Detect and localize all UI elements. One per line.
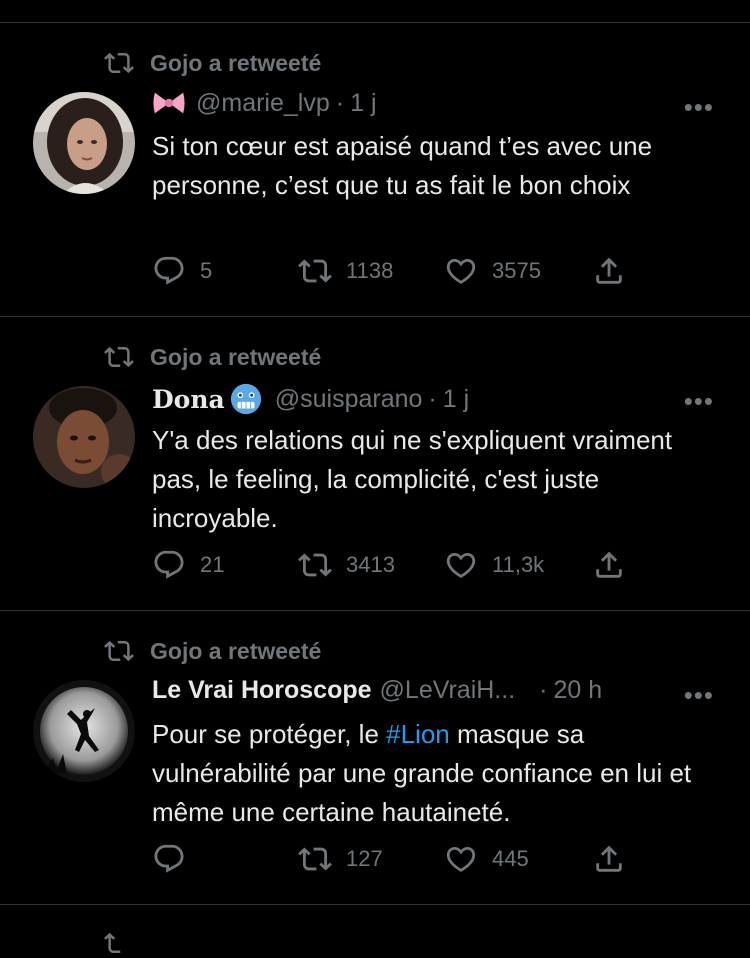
top-divider <box>0 22 750 23</box>
retweet-count: 3413 <box>346 552 395 577</box>
like-button[interactable]: 3575 <box>444 254 541 288</box>
heart-icon <box>446 552 476 578</box>
tweet-text-part: Pour se protéger, le <box>152 719 387 749</box>
retweet-label: Gojo a retweeté <box>150 637 322 664</box>
reply-count: 21 <box>200 552 225 577</box>
separator-dot: · <box>428 384 437 413</box>
avatar[interactable] <box>33 92 135 194</box>
reply-button[interactable]: 21 <box>152 548 224 582</box>
retweet-icon <box>104 932 121 953</box>
more-options-button[interactable]: ••• <box>684 92 714 123</box>
retweet-button[interactable]: 1138 <box>298 254 393 288</box>
tweet-actions: 5 1138 3575 <box>152 254 652 294</box>
retweet-icon <box>104 346 134 368</box>
separator-dot: · <box>539 676 548 704</box>
reply-icon <box>154 844 184 873</box>
tweet-time[interactable]: 20 h <box>553 676 602 705</box>
tweet-text: Si ton cœur est apaisé quand t’es avec u… <box>152 131 653 200</box>
heart-icon <box>446 846 476 872</box>
retweet-icon <box>298 553 332 577</box>
tweet-text: Y'a des relations qui ne s'expliquent vr… <box>152 425 673 533</box>
tweet-actions: 21 3413 11,3k <box>152 548 652 588</box>
reply-icon <box>154 550 184 579</box>
share-button[interactable] <box>592 548 640 582</box>
share-button[interactable] <box>592 254 640 288</box>
retweet-indicator: Gojo a retweeté <box>100 48 321 78</box>
ribbon-bow-icon <box>153 92 185 114</box>
heart-icon <box>446 258 476 284</box>
share-button[interactable] <box>592 842 640 876</box>
user-handle[interactable]: @suisparano <box>275 385 423 414</box>
tweet-header: @marie_lvp · 1 j <box>152 88 720 118</box>
retweet-button[interactable]: 3413 <box>298 548 395 582</box>
tweet-divider <box>0 610 750 611</box>
retweet-icon <box>104 640 134 662</box>
like-count: 11,3k <box>492 552 545 577</box>
retweet-label: Gojo a retweeté <box>150 343 322 370</box>
more-options-button[interactable]: ••• <box>684 386 714 417</box>
reply-button[interactable]: 5 <box>152 254 212 288</box>
reply-icon <box>154 256 184 285</box>
avatar[interactable] <box>33 386 135 488</box>
separator-dot: · <box>335 88 345 117</box>
user-handle[interactable]: @marie_lvp <box>196 89 330 118</box>
retweet-icon <box>298 259 332 283</box>
retweet-icon <box>298 847 332 871</box>
reply-button[interactable] <box>152 842 200 876</box>
more-options-button[interactable]: ••• <box>684 680 714 711</box>
hashtag-link[interactable]: #Lion <box>386 719 450 749</box>
tweet-actions: 127 445 <box>152 842 652 882</box>
retweet-indicator: Gojo a retweeté <box>100 342 321 372</box>
avatar[interactable] <box>33 680 135 782</box>
retweet-icon <box>104 52 134 74</box>
cold-face-icon <box>230 383 261 415</box>
retweet-label: Gojo a retweeté <box>150 49 322 76</box>
user-name[interactable]: Dona <box>152 385 225 414</box>
retweet-count: 127 <box>346 846 383 871</box>
share-icon <box>596 551 622 578</box>
like-button[interactable]: 445 <box>444 842 529 876</box>
tweet-header: Le Vrai Horoscope @LeVraiH... · 20 h <box>152 676 720 705</box>
like-count: 445 <box>492 846 529 871</box>
retweet-indicator: Gojo a retweeté <box>100 636 321 666</box>
tweet-header: Dona @suisparano · 1 j <box>152 382 720 416</box>
tweet-time[interactable]: 1 j <box>350 89 376 118</box>
like-button[interactable]: 11,3k <box>444 548 544 582</box>
share-icon <box>596 845 622 872</box>
tweet-divider <box>0 904 750 905</box>
user-name[interactable]: Le Vrai Horoscope <box>152 676 372 705</box>
tweet-divider <box>0 316 750 317</box>
tweet-text: Pour se protéger, le #Lion masque sa vul… <box>152 715 712 832</box>
like-count: 3575 <box>492 258 541 283</box>
reply-count: 5 <box>200 258 213 283</box>
next-retweet-indicator <box>100 928 138 958</box>
share-icon <box>596 257 622 284</box>
tweet-time[interactable]: 1 j <box>443 385 469 414</box>
user-handle[interactable]: @LeVraiH... <box>380 676 516 705</box>
retweet-count: 1138 <box>346 258 394 283</box>
retweet-button[interactable]: 127 <box>298 842 383 876</box>
